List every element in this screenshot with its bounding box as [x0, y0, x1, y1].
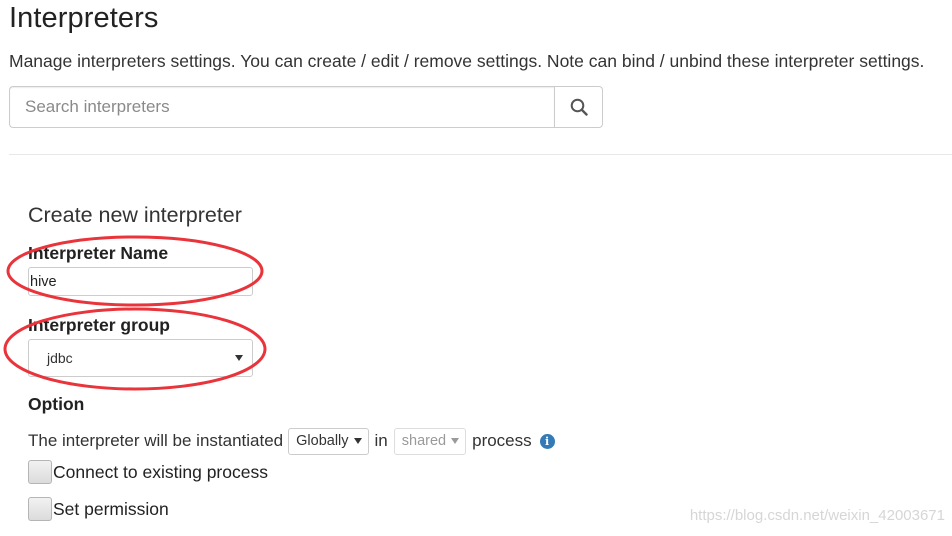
interpreter-group-label: Interpreter group: [28, 315, 170, 335]
set-permission-row: Set permission: [28, 497, 169, 521]
connect-existing-row: Connect to existing process: [28, 460, 268, 484]
connect-existing-checkbox[interactable]: [28, 460, 52, 484]
search-icon: [570, 98, 588, 116]
process-mode-value: shared: [401, 433, 447, 449]
instantiation-option-row: The interpreter will be instantiated Glo…: [28, 427, 555, 455]
option-label: Option: [28, 394, 85, 414]
interpreter-group-value: jdbc: [47, 350, 73, 366]
info-circle-icon[interactable]: i: [539, 433, 555, 449]
interpreter-name-label: Interpreter Name: [28, 243, 169, 263]
page-title: Interpreters: [9, 2, 159, 34]
process-text: process: [472, 431, 532, 450]
chevron-down-icon: [235, 355, 243, 361]
interpreter-group-select[interactable]: jdbc: [28, 339, 253, 377]
caret-down-icon: [451, 438, 460, 444]
set-permission-label: Set permission: [53, 498, 169, 519]
section-divider: [9, 154, 952, 155]
search-button[interactable]: [554, 86, 603, 128]
page-description: Manage interpreters settings. You can cr…: [9, 51, 925, 71]
watermark: https://blog.csdn.net/weixin_42003671: [689, 507, 945, 524]
create-interpreter-title: Create new interpreter: [28, 203, 242, 227]
instantiation-scope-dropdown[interactable]: Globally: [288, 427, 369, 455]
set-permission-checkbox[interactable]: [28, 497, 52, 521]
search-input[interactable]: [9, 86, 555, 128]
process-mode-dropdown[interactable]: shared: [393, 427, 467, 455]
caret-down-icon: [353, 438, 362, 444]
connect-existing-label: Connect to existing process: [53, 461, 268, 482]
search-bar: [9, 86, 603, 128]
instantiation-scope-value: Globally: [296, 433, 349, 449]
interpreter-name-input[interactable]: [28, 267, 253, 296]
instantiation-text: The interpreter will be instantiated: [28, 431, 284, 450]
in-text: in: [374, 431, 388, 450]
